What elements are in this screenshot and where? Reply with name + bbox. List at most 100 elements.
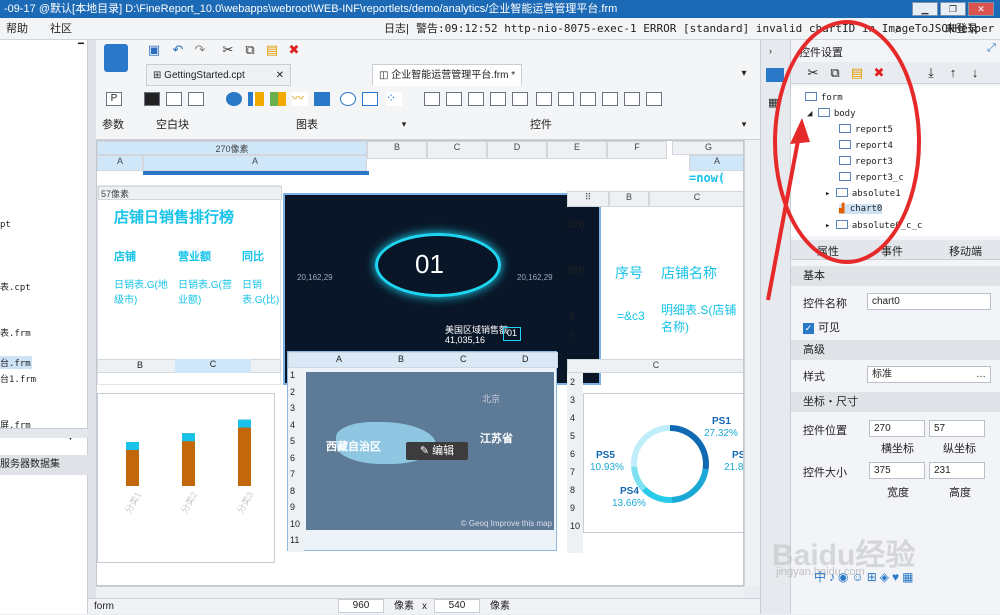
login-link[interactable]: 未登录 <box>945 18 978 40</box>
canvas-horizontal-scrollbar[interactable] <box>96 586 744 598</box>
cut-icon[interactable]: ✂ <box>220 42 236 58</box>
label-widget-icon[interactable] <box>424 92 440 106</box>
file-item[interactable]: 表.cpt <box>0 280 31 293</box>
expand-chart-icon[interactable]: ▾ <box>396 116 412 132</box>
vertical-splitter[interactable] <box>88 40 96 614</box>
pie-chart-icon[interactable] <box>226 92 242 106</box>
line-chart-icon[interactable]: 〰 <box>292 92 308 106</box>
map-row-label: 4 <box>290 419 296 430</box>
tab-mobile[interactable]: 移动端 <box>949 243 982 259</box>
number-widget-icon[interactable] <box>536 92 552 106</box>
file-item[interactable]: 表.frm <box>0 326 31 339</box>
report-block-right[interactable]: ⠿ B C 1(H) 2(H) 3 7 序号 店铺名称 =&c3 明细表.S(店… <box>567 191 743 351</box>
split-grid-icon[interactable] <box>188 92 204 106</box>
new-widget-icon[interactable] <box>104 44 128 72</box>
tab-widget-icon[interactable] <box>646 92 662 106</box>
report-cell[interactable]: 日销表.G(比) <box>242 276 282 306</box>
column-chart-icon[interactable] <box>270 92 286 106</box>
position-y-input[interactable]: 57 <box>929 420 985 437</box>
paste-icon[interactable]: ▤ <box>264 42 280 58</box>
button-widget-icon[interactable] <box>468 92 484 106</box>
right-header: 序号 <box>615 265 643 281</box>
ring-chart-widget[interactable]: PS1 27.32% PS5 10.93% PS4 13.66% PS 21.8 <box>583 393 743 533</box>
map-row-label: 6 <box>290 452 296 463</box>
tree-widget-icon[interactable] <box>624 92 640 106</box>
checkbox-widget-icon[interactable] <box>602 92 618 106</box>
map-widget[interactable]: A B C D 1 2 3 4 5 6 7 8 9 10 11 西藏自治区 江苏省 北京 ✎ 编辑 … <box>287 351 558 552</box>
file-item[interactable]: pt <box>0 220 11 230</box>
widget-settings-tab-icon[interactable] <box>766 68 784 82</box>
expand-icon[interactable]: ⤢ <box>987 42 996 55</box>
report-block-left[interactable]: 57像素 店铺日销售排行榜 店铺 营业额 同比 日销表.G(地级市) 日销表.G… <box>97 185 282 385</box>
maximize-button[interactable]: ❐ <box>940 2 966 16</box>
list-widget-icon[interactable] <box>512 92 528 106</box>
style-select[interactable]: 标准 … <box>867 366 991 383</box>
file-item[interactable]: 台1.frm <box>0 372 36 385</box>
design-canvas[interactable]: 270像素 A A B C D E F G A =now( 57像素 店铺日销售… <box>96 140 744 586</box>
move-bottom-icon[interactable]: ↓ <box>967 65 983 81</box>
designer-toolbar: ▣ ↶ ↷ ✂ ⧉ ▤ ✖ ⊞ GettingStarted.cpt ✕ ◫ 企… <box>96 40 760 140</box>
copy-icon[interactable]: ⧉ <box>242 42 258 58</box>
report-cell[interactable]: 日销表.G(地级市) <box>114 276 174 306</box>
param-icon[interactable]: P <box>106 92 122 106</box>
canvas-height-input[interactable]: 540 <box>434 599 480 613</box>
widget-name-input[interactable]: chart0 <box>867 293 991 310</box>
date-widget-icon[interactable] <box>558 92 574 106</box>
blank-block-icon[interactable] <box>144 92 160 106</box>
col-header: C <box>567 359 743 373</box>
style-value: 标准 <box>872 369 892 380</box>
position-x-input[interactable]: 270 <box>869 420 925 437</box>
more-icon[interactable]: … <box>976 367 986 382</box>
datasource-header[interactable]: 服务器数据集 <box>0 455 88 475</box>
combobox-widget-icon[interactable] <box>490 92 506 106</box>
grid-handle-icon: ⠿ <box>567 191 609 207</box>
tab-menu-icon[interactable]: ▾ <box>736 66 752 82</box>
radio-widget-icon[interactable] <box>580 92 596 106</box>
map-row-label: 5 <box>290 436 296 446</box>
undo-icon[interactable]: ↶ <box>170 42 186 58</box>
map-col-headers <box>288 352 558 368</box>
dash-small-right: 20,162,29 <box>517 273 553 282</box>
scatter-chart-icon[interactable]: ⁘ <box>386 92 402 106</box>
close-button[interactable]: ✕ <box>968 2 994 16</box>
height-input[interactable]: 231 <box>929 462 985 479</box>
textbox-widget-icon[interactable] <box>446 92 462 106</box>
radar-chart-icon[interactable] <box>362 92 378 106</box>
menu-help[interactable]: 帮助 <box>6 18 28 40</box>
bar-xlabel: 分类1 <box>122 490 143 515</box>
visible-checkbox[interactable]: ✓ 可见 <box>803 319 840 335</box>
section-coords[interactable]: 坐标・尺寸 <box>791 392 1000 412</box>
move-up-icon[interactable]: ↑ <box>945 65 961 81</box>
split-h-icon[interactable] <box>166 92 182 106</box>
save-icon[interactable]: ▣ <box>146 42 162 58</box>
position-label: 控件位置 <box>803 425 847 437</box>
bar-chart-widget[interactable]: 分类1 分类2 分类3 <box>97 393 275 563</box>
search-icon[interactable]: ⌕ <box>895 18 902 40</box>
tab-close-icon[interactable]: ✕ <box>276 70 284 81</box>
collapse-icon[interactable]: › <box>769 46 772 56</box>
ime-toolbar[interactable]: 中♪◉☺⊞◈♥▦ <box>814 568 994 584</box>
gauge-chart-icon[interactable] <box>340 92 356 106</box>
map-edit-button[interactable]: ✎ 编辑 <box>406 442 468 460</box>
panel-collapse-icon[interactable]: ▔ <box>78 44 84 55</box>
move-down-icon[interactable]: ⤓ <box>923 65 939 81</box>
map-area[interactable]: 西藏自治区 江苏省 北京 ✎ 编辑 © Geoq Improve this ma… <box>306 372 554 530</box>
report-cell[interactable]: 日销表.G(营业额) <box>178 276 238 306</box>
tab-enterprise-platform[interactable]: ◫ 企业智能运营管理平台.frm * <box>372 64 523 86</box>
log-label[interactable]: 日志 <box>384 18 406 40</box>
menu-community[interactable]: 社区 <box>50 18 72 40</box>
panel-divider[interactable] <box>0 428 88 438</box>
delete-icon[interactable]: ✖ <box>286 42 302 58</box>
right-header: 店铺名称 <box>661 265 717 281</box>
area-chart-icon[interactable] <box>314 92 330 106</box>
minimize-button[interactable]: ▁ <box>912 2 938 16</box>
width-input[interactable]: 375 <box>869 462 925 479</box>
section-basic[interactable]: 基本 <box>791 266 1000 286</box>
section-advanced[interactable]: 高级 <box>791 340 1000 360</box>
file-item-selected[interactable]: 台.frm <box>0 356 32 369</box>
tab-gettingstarted[interactable]: ⊞ GettingStarted.cpt ✕ <box>146 64 291 86</box>
redo-icon[interactable]: ↷ <box>192 42 208 58</box>
right-cell[interactable]: =&c3 <box>617 309 645 323</box>
canvas-width-input[interactable]: 960 <box>338 599 384 613</box>
bar-chart-icon[interactable] <box>248 92 264 106</box>
